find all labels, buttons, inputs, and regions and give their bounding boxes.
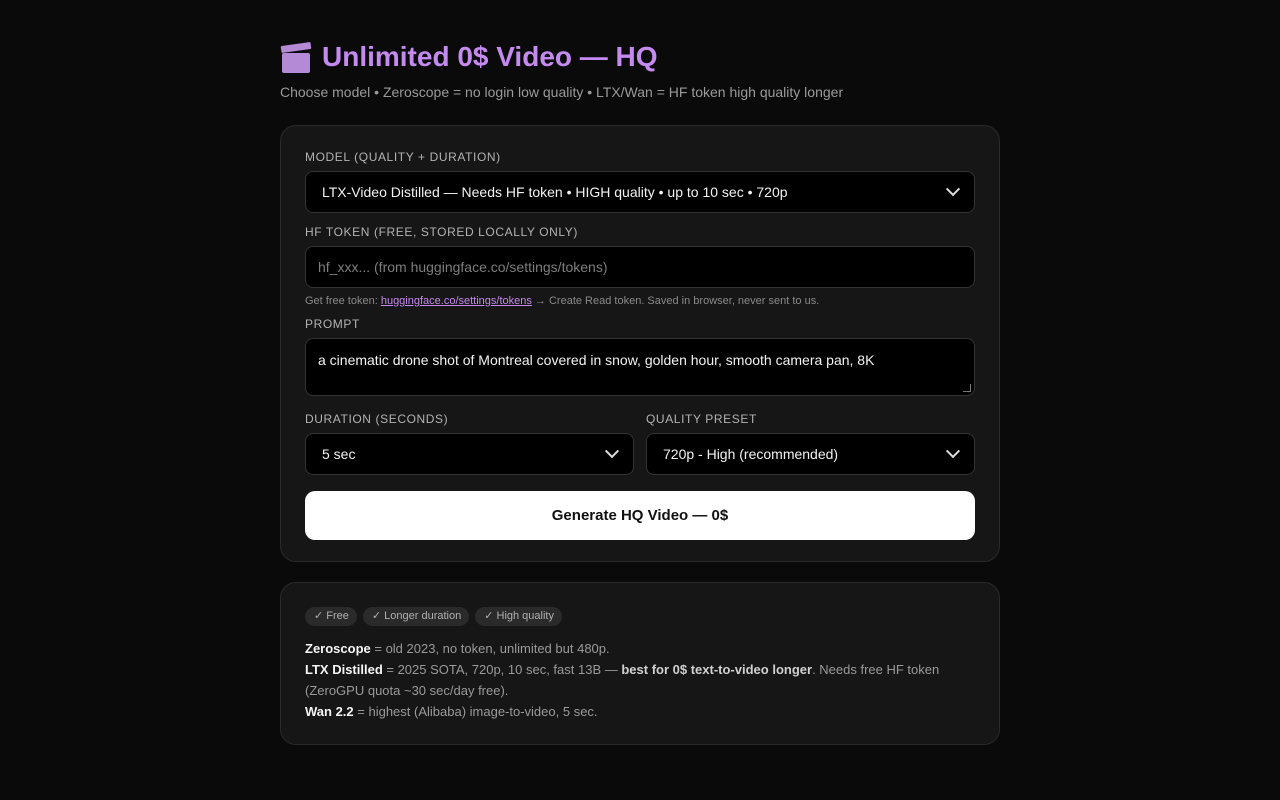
ltx-highlight: best for 0$ text-to-video longer	[621, 662, 813, 677]
token-hint-suffix: → Create Read token. Saved in browser, n…	[531, 295, 820, 307]
duration-label: DURATION (SECONDS)	[305, 412, 449, 426]
page-subtitle: Choose model • Zeroscope = no login low …	[280, 84, 844, 100]
quality-select[interactable]: 720p - High (recommended)	[646, 433, 975, 475]
quality-select-value: 720p - High (recommended)	[663, 446, 839, 462]
token-link[interactable]: huggingface.co/settings/tokens	[381, 295, 532, 307]
zeroscope-info: Zeroscope = old 2023, no token, unlimite…	[305, 638, 975, 659]
chevron-down-icon	[604, 444, 620, 459]
generate-button[interactable]: Generate HQ Video — 0$	[305, 491, 975, 540]
token-input-placeholder: hf_xxx... (from huggingface.co/settings/…	[318, 259, 608, 275]
model-select-value: LTX-Video Distilled — Needs HF token • H…	[322, 184, 788, 200]
page-title-text: Unlimited 0$ Video — HQ	[322, 41, 658, 72]
ltx-desc-1: = 2025 SOTA, 720p, 10 sec, fast 13B —	[382, 662, 622, 677]
prompt-label: PROMPT	[305, 317, 360, 331]
model-label: MODEL (QUALITY + DURATION)	[305, 150, 501, 164]
page-title: Unlimited 0$ Video — HQ	[280, 38, 1000, 76]
token-input[interactable]: hf_xxx... (from huggingface.co/settings/…	[305, 246, 975, 288]
duration-select[interactable]: 5 sec	[305, 433, 634, 475]
resize-handle-icon[interactable]	[963, 384, 971, 392]
zeroscope-desc: = old 2023, no token, unlimited but 480p…	[370, 641, 610, 656]
ltx-name: LTX Distilled	[305, 662, 383, 677]
ltx-info: LTX Distilled = 2025 SOTA, 720p, 10 sec,…	[305, 659, 975, 701]
quality-label: QUALITY PRESET	[646, 412, 757, 426]
info-card: ✓ Free ✓ Longer duration ✓ High quality …	[280, 582, 1000, 745]
wan-name: Wan 2.2	[305, 704, 354, 719]
model-select[interactable]: LTX-Video Distilled — Needs HF token • H…	[305, 171, 975, 213]
wan-desc: = highest (Alibaba) image-to-video, 5 se…	[353, 704, 598, 719]
app-container: Unlimited 0$ Video — HQ Choose model • Z…	[280, 38, 1000, 745]
prompt-textarea[interactable]: a cinematic drone shot of Montreal cover…	[305, 338, 975, 396]
prompt-value: a cinematic drone shot of Montreal cover…	[318, 352, 875, 368]
token-hint-prefix: Get free token:	[305, 295, 381, 307]
clapper-board-icon	[280, 41, 312, 73]
token-hint: Get free token: huggingface.co/settings/…	[305, 295, 975, 307]
tag-high-quality: ✓ High quality	[475, 607, 562, 626]
chevron-down-icon	[945, 182, 961, 197]
tag-longer-duration: ✓ Longer duration	[362, 607, 470, 626]
token-label: HF TOKEN (FREE, STORED LOCALLY ONLY)	[305, 225, 578, 239]
chevron-down-icon	[945, 444, 961, 459]
wan-info: Wan 2.2 = highest (Alibaba) image-to-vid…	[305, 701, 975, 722]
generator-form: MODEL (QUALITY + DURATION) LTX-Video Dis…	[280, 125, 1000, 562]
feature-tags: ✓ Free ✓ Longer duration ✓ High quality	[305, 607, 975, 626]
tag-free: ✓ Free	[305, 607, 357, 626]
duration-select-value: 5 sec	[322, 446, 356, 462]
zeroscope-name: Zeroscope	[305, 641, 371, 656]
